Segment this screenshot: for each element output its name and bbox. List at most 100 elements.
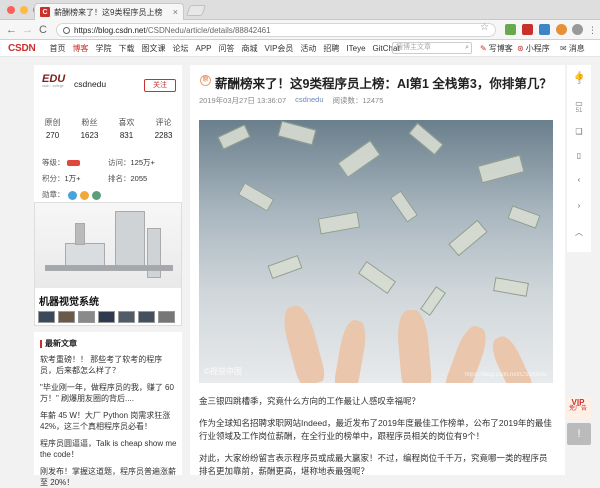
ad-thumbnail[interactable] <box>158 311 175 323</box>
rank-row: 排名：2055 <box>108 174 148 183</box>
collapse-button[interactable]: ︿ <box>567 227 591 238</box>
chevron-up-icon: ︿ <box>575 228 583 237</box>
ad-thumbnail[interactable] <box>138 311 155 323</box>
browser-menu-icon[interactable]: ⋮ <box>588 23 597 37</box>
sidebar-ad[interactable]: 机器视觉系统 <box>34 202 182 326</box>
mobile-view-button[interactable]: ▯ <box>567 151 591 160</box>
nav-link[interactable]: 下载 <box>115 40 138 57</box>
bookmark-button[interactable]: ❑ <box>567 127 591 136</box>
nav-link[interactable]: VIP会员 <box>261 40 297 57</box>
minimize-window-icon[interactable] <box>20 6 28 14</box>
points-row: 积分：1万+ <box>42 174 81 183</box>
article-paragraph: 对此，大家纷纷留言表示程序员或成最大赢家！不过，编程岗位千千万，究竟哪一类的程序… <box>199 453 548 476</box>
recent-article-link[interactable]: 刚发布！掌握这道题，程序员普遍涨薪至 20%！ <box>40 466 178 488</box>
article-reads: 阅读数：12475 <box>332 96 384 105</box>
site-nav: 首页 博客 学院 下载 图文课 论坛 APP 问答 商城 VIP会员 活动 招聘 ITeye GitCha… <box>46 40 403 57</box>
medal-icon[interactable] <box>79 190 89 200</box>
url-host: https://blog.csdn.net <box>74 25 146 35</box>
ad-title: 机器视觉系统 <box>39 297 99 308</box>
extension-icon[interactable] <box>556 24 567 35</box>
new-tab-button[interactable] <box>185 5 207 16</box>
nav-link[interactable]: APP <box>192 40 215 57</box>
follow-button[interactable]: 关注 <box>144 79 176 92</box>
close-window-icon[interactable] <box>7 6 15 14</box>
level-badge-icon <box>66 160 80 167</box>
ad-image <box>35 203 181 288</box>
mini-program-link[interactable]: ⊛ 小程序 <box>517 40 550 57</box>
author-avatar[interactable]: EDU csdn · college <box>42 73 68 93</box>
back-icon[interactable]: ← <box>6 23 17 37</box>
original-badge: 原 <box>200 75 211 86</box>
bookmark-star-icon[interactable]: ☆ <box>480 22 489 33</box>
extension-icon[interactable] <box>505 24 516 35</box>
recent-article-link[interactable]: 年薪 45 W！大厂 Python 岗需求狂涨 42%，这三个真相程序员必看！ <box>40 410 178 432</box>
extension-icon[interactable] <box>539 24 550 35</box>
comment-icon: ▭ <box>575 99 583 108</box>
nav-link[interactable]: 图文课 <box>138 40 169 57</box>
medals-row: 勋章： <box>42 189 101 200</box>
next-button[interactable]: › <box>567 201 591 210</box>
ad-thumbnail[interactable] <box>58 311 75 323</box>
tab-close-icon[interactable]: × <box>173 7 178 17</box>
stat-likes: 喜欢 831 <box>118 118 135 140</box>
article-side-toolbar: 👍 3 ▭ 51 ❑ ▯ ‹ › ︿ <box>567 65 591 252</box>
write-blog-link[interactable]: ✎ 写博客 <box>480 40 513 57</box>
recent-article-link[interactable]: "毕业刚一年，做程序员的我，赚了 60 万！" 刷爆朋友圈的背后.... <box>40 382 178 404</box>
nav-link[interactable]: 首页 <box>46 40 69 57</box>
mini-program-icon: ⊛ <box>517 44 524 53</box>
stat-comments: 评论 2283 <box>154 118 173 140</box>
nav-link[interactable]: 论坛 <box>169 40 192 57</box>
browser-tab-bar: C 薪酬榜来了！这9类程序员上榜 × <box>0 0 600 20</box>
recent-articles-heading: 最新文章 <box>40 338 77 349</box>
nav-link[interactable]: 学院 <box>92 40 115 57</box>
like-button[interactable]: 👍 3 <box>567 71 591 86</box>
ad-thumbnail[interactable] <box>78 311 95 323</box>
report-icon[interactable]: ! <box>567 423 591 445</box>
phone-icon: ▯ <box>576 151 582 160</box>
tab-title: 薪酬榜来了！这9类程序员上榜 <box>54 7 163 17</box>
nav-link[interactable]: ITeye <box>343 40 369 57</box>
article: 原 薪酬榜来了！这9类程序员上榜：AI第1 全栈第3，你排第几？ 2019年03… <box>190 65 565 476</box>
lock-icon <box>63 26 70 34</box>
ad-thumbnail[interactable] <box>98 311 115 323</box>
previous-button[interactable]: ‹ <box>567 175 591 184</box>
profile-avatar-icon[interactable] <box>572 24 583 35</box>
recent-article-link[interactable]: 程序员圆逼逼，Talk is cheap show me the code！ <box>40 438 178 460</box>
article-paragraph: 作为全球知名招聘求职网站Indeed，最近发布了2019年度最佳工作榜单，公布了… <box>199 418 552 441</box>
reload-icon[interactable]: C <box>39 23 47 37</box>
pen-icon: ✎ <box>480 44 487 53</box>
vip-ad-free-button[interactable]: VIP 免广告 <box>565 397 591 419</box>
forward-icon[interactable]: → <box>22 23 33 37</box>
medal-icon[interactable] <box>91 190 101 200</box>
article-title: 薪酬榜来了！这9类程序员上榜：AI第1 全栈第3，你排第几？ <box>215 77 552 91</box>
csdn-logo[interactable]: CSDN <box>8 43 46 54</box>
comment-button[interactable]: ▭ 51 <box>567 99 591 114</box>
visits-row: 访问：125万+ <box>108 158 155 167</box>
page-body: EDU csdn · college csdnedu 关注 原创 270 粉丝 162… <box>0 57 600 487</box>
url-path: /CSDNedu/article/details/88842461 <box>145 25 271 35</box>
extension-icon[interactable] <box>522 24 533 35</box>
search-input[interactable]: 搜博主文章 ⌕ <box>392 42 472 54</box>
medal-icon[interactable] <box>67 190 77 200</box>
article-date: 2019年03月27日 13:36:07 <box>199 96 287 105</box>
article-author-link[interactable]: csdnedu <box>295 95 323 106</box>
nav-link[interactable]: 商城 <box>238 40 261 57</box>
nav-link[interactable]: 问答 <box>215 40 238 57</box>
article-meta: 2019年03月27日 13:36:07 csdnedu 阅读数：12475 <box>199 95 383 106</box>
browser-tab[interactable]: C 薪酬榜来了！这9类程序员上榜 × <box>34 3 184 20</box>
stat-original: 原创 270 <box>44 118 61 140</box>
recent-article-link[interactable]: 软考重磅！！ 那些考了软考的程序员，后来都怎么样了？ <box>40 354 178 376</box>
ad-thumbnail[interactable] <box>38 311 55 323</box>
ad-thumbnail[interactable] <box>118 311 135 323</box>
chevron-right-icon: › <box>577 201 581 210</box>
search-icon[interactable]: ⌕ <box>465 43 469 53</box>
address-bar[interactable]: https://blog.csdn.net/CSDNedu/article/de… <box>56 23 496 37</box>
author-name[interactable]: csdnedu <box>74 79 106 89</box>
nav-link[interactable]: 博客 <box>69 40 92 57</box>
level-row: 等级： <box>42 157 80 168</box>
article-hero-image: ©视觉中国 https://blog.csdn.net/CSDNedu <box>199 120 553 383</box>
nav-link[interactable]: 招聘 <box>320 40 343 57</box>
browser-toolbar: ← → C https://blog.csdn.net/CSDNedu/arti… <box>0 20 600 40</box>
nav-link[interactable]: 活动 <box>297 40 320 57</box>
messages-link[interactable]: ✉ 消息 <box>560 40 585 57</box>
